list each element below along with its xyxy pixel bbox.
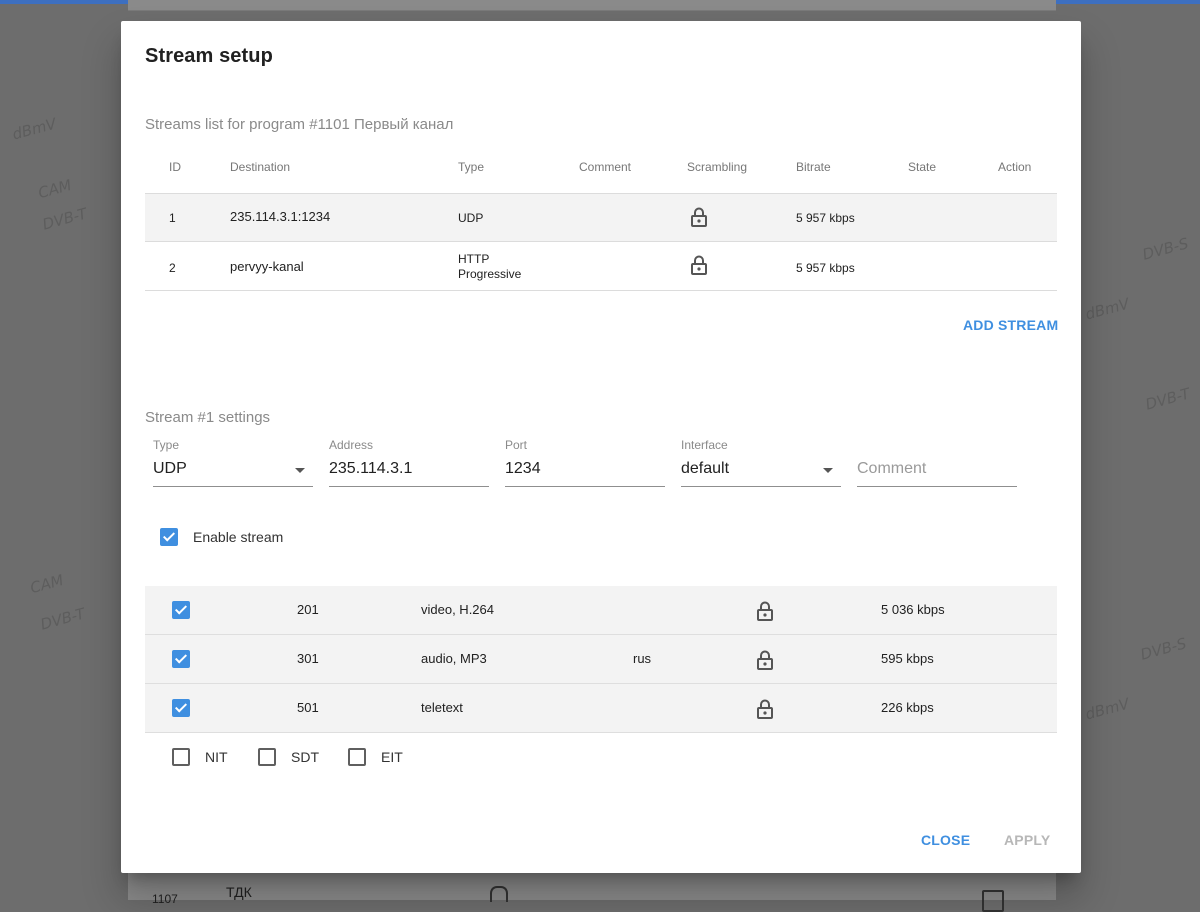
stream-destination: 235.114.3.1:1234 — [230, 209, 331, 224]
dropdown-arrow-icon — [823, 468, 833, 473]
port-label: Port — [505, 438, 528, 452]
stream-settings-title: Stream #1 settings — [145, 409, 271, 426]
column-header-comment: Comment — [579, 160, 632, 174]
pid-row: 501 teletext 226 kbps — [145, 684, 1057, 733]
nit-checkbox[interactable] — [172, 748, 190, 766]
stream-id: 1 — [169, 211, 176, 225]
column-header-action: Action — [998, 160, 1032, 174]
apply-button[interactable]: APPLY — [1004, 832, 1050, 848]
interface-value: default — [681, 460, 730, 477]
doodle-text: DVB-T — [38, 604, 87, 634]
type-label: Type — [153, 438, 180, 452]
sdt-label: SDT — [291, 749, 319, 765]
doodle-text: DVB-S — [1140, 234, 1191, 264]
port-field[interactable]: Port 1234 — [505, 438, 665, 487]
unlock-icon — [691, 207, 707, 227]
sdt-checkbox[interactable] — [258, 748, 276, 766]
nit-label: NIT — [205, 749, 228, 765]
pid-type: video, H.264 — [421, 602, 494, 617]
underlying-table-row: 1107 ТДК — [128, 872, 1056, 912]
pid-row: 301 audio, MP3 rus 595 kbps — [145, 635, 1057, 684]
pid-row: 201 video, H.264 5 036 kbps — [145, 586, 1057, 635]
stream-bitrate: 5 957 kbps — [796, 211, 855, 225]
doodle-text: DVB-T — [40, 204, 89, 234]
interface-label: Interface — [681, 438, 728, 452]
checkbox-icon — [982, 890, 1004, 912]
pid-checkbox[interactable] — [172, 650, 190, 668]
pid-checkbox[interactable] — [172, 601, 190, 619]
address-value: 235.114.3.1 — [329, 460, 413, 477]
comment-field[interactable]: Comment — [857, 438, 1017, 487]
doodle-text: CAM — [28, 570, 66, 598]
address-label: Address — [329, 438, 374, 452]
stream-bitrate: 5 957 kbps — [796, 261, 855, 275]
pid-number: 201 — [297, 602, 319, 617]
stream-setup-dialog: Stream setup Streams list for program #1… — [121, 21, 1081, 873]
pid-number: 501 — [297, 700, 319, 715]
eit-checkbox[interactable] — [348, 748, 366, 766]
doodle-text: dBmV — [1083, 694, 1132, 724]
port-value: 1234 — [505, 460, 541, 477]
column-header-scrambling: Scrambling — [687, 160, 748, 174]
pid-bitrate: 226 kbps — [881, 700, 934, 715]
stream-type: UDP — [458, 211, 484, 225]
pid-type: teletext — [421, 700, 463, 715]
column-header-type: Type — [458, 160, 485, 174]
dialog-title: Stream setup — [145, 45, 273, 67]
close-button[interactable]: CLOSE — [921, 832, 970, 848]
stream-id: 2 — [169, 261, 176, 275]
underlying-row-name: ТДК — [226, 884, 252, 900]
unlock-icon[interactable] — [756, 650, 774, 670]
dropdown-arrow-icon — [295, 468, 305, 473]
eit-label: EIT — [381, 749, 403, 765]
streams-section-title: Streams list for program #1101 Первый ка… — [145, 116, 454, 133]
column-header-id: ID — [169, 160, 181, 174]
type-value: UDP — [153, 460, 187, 477]
doodle-text: dBmV — [10, 114, 59, 144]
underlying-card-edge — [128, 0, 1056, 11]
pid-bitrate: 5 036 kbps — [881, 602, 945, 617]
doodle-text: DVB-T — [1143, 384, 1192, 414]
address-field[interactable]: Address 235.114.3.1 — [329, 438, 489, 487]
doodle-text: DVB-S — [1138, 634, 1189, 664]
stream-type: HTTP — [458, 252, 490, 266]
stream-destination: pervyy-kanal — [230, 259, 304, 274]
add-stream-button[interactable]: ADD STREAM — [963, 317, 1058, 333]
pid-checkbox[interactable] — [172, 699, 190, 717]
doodle-text: dBmV — [1083, 294, 1132, 324]
unlock-icon[interactable] — [756, 601, 774, 621]
enable-stream-checkbox[interactable] — [160, 528, 178, 546]
interface-select[interactable]: Interface default — [681, 438, 841, 487]
comment-placeholder: Comment — [857, 460, 927, 477]
column-header-bitrate: Bitrate — [796, 160, 831, 174]
stream-row[interactable]: 1 235.114.3.1:1234 UDP 5 957 kbps — [145, 193, 1057, 242]
pid-bitrate: 595 kbps — [881, 651, 934, 666]
streams-table-header: ID Destination Type Comment Scrambling B… — [145, 145, 1057, 193]
underlying-row-id: 1107 — [152, 892, 178, 906]
column-header-destination: Destination — [230, 160, 291, 174]
stream-row[interactable]: 2 pervyy-kanal HTTP Progressive 5 957 kb… — [145, 241, 1057, 291]
column-header-state: State — [908, 160, 937, 174]
doodle-text: CAM — [36, 175, 74, 203]
pid-type: audio, MP3 — [421, 651, 487, 666]
pid-number: 301 — [297, 651, 319, 666]
pid-language: rus — [633, 651, 652, 666]
unlock-icon — [691, 255, 707, 275]
stream-type-line2: Progressive — [458, 267, 522, 281]
enable-stream-label: Enable stream — [193, 529, 284, 545]
unlock-icon[interactable] — [756, 699, 774, 719]
type-select[interactable]: Type UDP — [153, 438, 313, 487]
